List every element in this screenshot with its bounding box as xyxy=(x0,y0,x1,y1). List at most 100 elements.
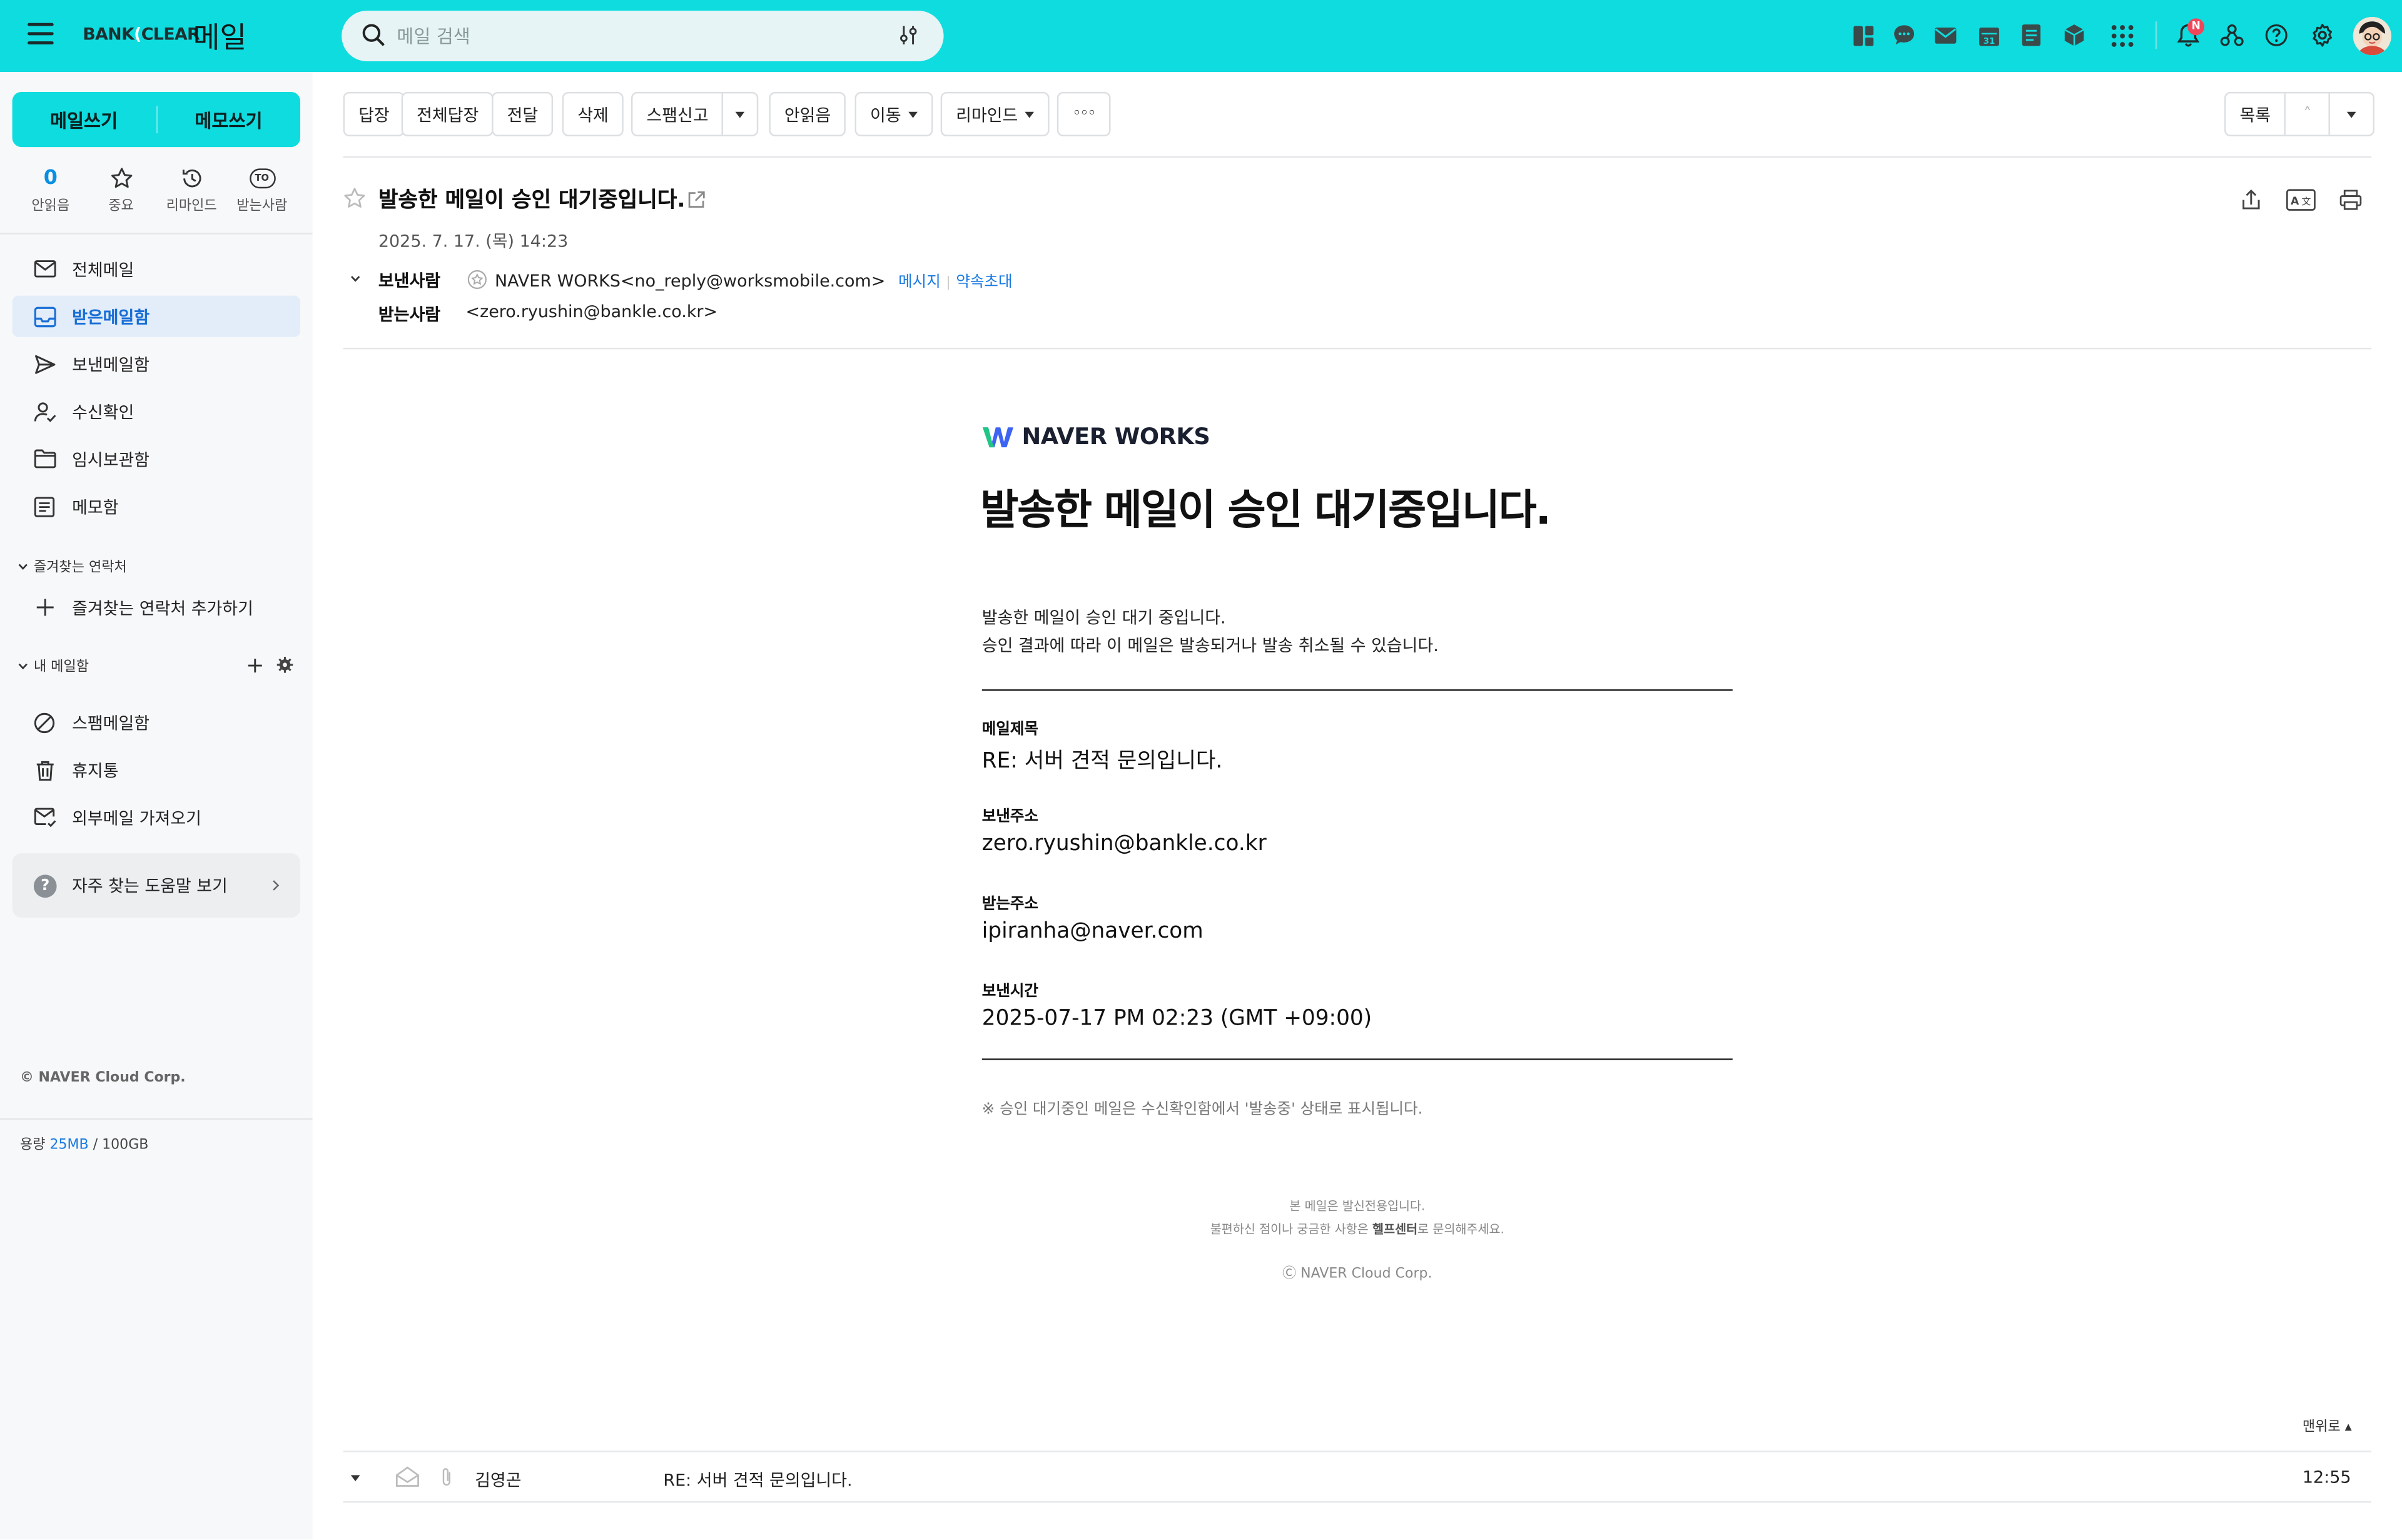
external-mail-icon xyxy=(32,805,56,829)
compose-mail-button[interactable]: 메일쓰기 xyxy=(13,106,156,133)
sidebar-item-memo[interactable]: 메모함 xyxy=(13,485,300,527)
contacts-icon[interactable] xyxy=(2014,18,2048,52)
translate-icon[interactable]: A文 xyxy=(2286,188,2316,211)
spam-report-group: 스팸신고 xyxy=(631,91,759,136)
sidebar-item-label: 수신확인 xyxy=(72,402,134,422)
chevron-down-icon xyxy=(18,662,28,669)
star-icon[interactable] xyxy=(343,187,367,210)
add-favorite-label: 즐겨찾는 연락처 추가하기 xyxy=(72,598,253,619)
mail-icon xyxy=(32,256,56,281)
mail-list-row[interactable]: 김영곤 RE: 서버 견적 문의입니다. 12:55 xyxy=(343,1451,2372,1503)
chat-icon[interactable] xyxy=(1887,18,1921,52)
sidebar-copyright: © NAVER Cloud Corp. xyxy=(19,1070,186,1087)
field-value-sent-time: 2025-07-17 PM 02:23 (GMT +09:00) xyxy=(981,1006,1372,1031)
question-icon: ? xyxy=(33,874,57,897)
list-button[interactable]: 목록 xyxy=(2226,93,2284,134)
favorites-section-toggle[interactable]: 즐겨찾는 연락처 xyxy=(17,556,127,576)
footer-copyright: Ⓒ NAVER Cloud Corp. xyxy=(1282,1267,1432,1282)
app-title: 메일 xyxy=(193,21,247,56)
unread-count: 0 xyxy=(43,166,58,190)
sidebar-item-trash[interactable]: 휴지통 xyxy=(13,749,300,791)
caret-down-icon[interactable] xyxy=(349,1474,362,1483)
help-center-link[interactable]: 헬프센터 xyxy=(1372,1222,1417,1236)
send-icon xyxy=(32,352,56,376)
naver-works-logo: NAVER WORKS xyxy=(982,423,1210,450)
body-title: 발송한 메일이 승인 대기중입니다. xyxy=(980,487,1551,535)
to-value[interactable]: <zero.ryushin@bankle.co.kr> xyxy=(465,301,717,322)
add-folder-icon[interactable] xyxy=(246,657,263,674)
chevron-down-icon[interactable] xyxy=(349,274,362,283)
help-icon[interactable] xyxy=(2259,18,2293,52)
sidebar-item-label: 임시보관함 xyxy=(72,449,150,470)
sidebar-item-spam[interactable]: 스팸메일함 xyxy=(13,702,300,743)
share-icon[interactable] xyxy=(2239,188,2263,211)
sidebar-item-external-mail[interactable]: 외부메일 가져오기 xyxy=(13,796,300,838)
scroll-to-top-link[interactable]: 맨위로 ▴ xyxy=(2303,1416,2352,1435)
drive-icon[interactable] xyxy=(2057,18,2091,52)
from-label: 보낸사람 xyxy=(378,271,441,291)
reply-button[interactable]: 답장 xyxy=(343,91,405,136)
body-rule-bottom xyxy=(981,1058,1733,1060)
to-icon: TO xyxy=(248,168,275,188)
mail-list-dropdown[interactable] xyxy=(2329,93,2373,135)
quick-remind[interactable]: 리마인드 xyxy=(156,164,227,215)
quick-recipient[interactable]: TO 받는사람 xyxy=(226,164,297,215)
row-subject[interactable]: RE: 서버 견적 문의입니다. xyxy=(663,1467,852,1492)
add-favorite-contact-button[interactable]: 즐겨찾는 연락처 추가하기 xyxy=(13,587,300,628)
forward-button[interactable]: 전달 xyxy=(492,91,554,136)
my-mailbox-section-toggle[interactable]: 내 메일함 xyxy=(17,656,89,676)
remind-button[interactable]: 리마인드 xyxy=(940,91,1050,136)
help-link[interactable]: ? 자주 찾는 도움말 보기 xyxy=(12,853,301,918)
print-icon[interactable] xyxy=(2339,188,2363,211)
spam-options-dropdown[interactable] xyxy=(722,93,758,135)
delete-button[interactable]: 삭제 xyxy=(562,91,624,136)
sidebar-item-sent[interactable]: 보낸메일함 xyxy=(13,343,300,385)
spam-report-button[interactable]: 스팸신고 xyxy=(632,93,722,134)
open-new-window-icon[interactable] xyxy=(686,190,706,210)
prev-mail-button[interactable]: ˄ xyxy=(2284,93,2329,135)
search-input[interactable] xyxy=(397,19,887,53)
sidebar-item-read-receipt[interactable]: 수신확인 xyxy=(13,390,300,432)
search-filter-icon[interactable] xyxy=(898,24,919,46)
sidebar-item-drafts[interactable]: 임시보관함 xyxy=(13,438,300,479)
from-value: NAVER WORKS<no_reply@worksmobile.com> 메시… xyxy=(495,271,1013,291)
dashboard-icon[interactable] xyxy=(1846,18,1880,52)
mail-app-icon[interactable] xyxy=(1928,18,1962,52)
calendar-icon[interactable]: 31 xyxy=(1972,18,2005,52)
send-message-link[interactable]: 메시지 xyxy=(898,274,941,291)
quick-important[interactable]: 중요 xyxy=(86,164,156,215)
settings-icon[interactable] xyxy=(2306,18,2339,52)
move-button[interactable]: 이동 xyxy=(854,91,934,136)
sidebar-item-label: 보낸메일함 xyxy=(72,354,150,375)
trash-icon xyxy=(32,757,56,782)
appointment-invite-link[interactable]: 약속초대 xyxy=(956,274,1012,291)
quick-remind-label: 리마인드 xyxy=(166,199,217,215)
apps-grid-icon[interactable] xyxy=(2105,18,2139,52)
company-logo[interactable]: BANK(CLEAR xyxy=(83,24,200,44)
mail-date: 2025. 7. 17. (목) 14:23 xyxy=(378,231,569,251)
more-button[interactable]: ◦◦◦ xyxy=(1057,91,1110,136)
field-value-subject: RE: 서버 견적 문의입니다. xyxy=(981,749,1223,774)
quick-unread[interactable]: 0 안읽음 xyxy=(15,164,86,215)
sidebar-item-all-mail[interactable]: 전체메일 xyxy=(13,248,300,290)
body-line-2: 승인 결과에 따라 이 메일은 발송되거나 발송 취소될 수 있습니다. xyxy=(981,636,1439,656)
mail-open-icon[interactable] xyxy=(395,1466,420,1487)
sidebar-item-label: 받은메일함 xyxy=(72,307,150,327)
sidebar-item-label: 스팸메일함 xyxy=(72,713,150,733)
row-sender: 김영곤 xyxy=(475,1471,522,1491)
mark-unread-button[interactable]: 안읽음 xyxy=(769,91,846,136)
reply-all-button[interactable]: 전체답장 xyxy=(401,91,494,136)
compose-memo-button[interactable]: 메모쓰기 xyxy=(157,106,300,133)
search-icon[interactable] xyxy=(362,23,386,48)
storage-usage: 용량 25MB / 100GB xyxy=(19,1138,149,1154)
organization-icon[interactable] xyxy=(2215,18,2249,52)
sender-address[interactable]: NAVER WORKS<no_reply@worksmobile.com> xyxy=(495,271,885,291)
header-divider xyxy=(343,347,2372,350)
menu-icon[interactable] xyxy=(28,23,54,46)
sidebar-item-inbox[interactable]: 받은메일함 xyxy=(12,295,301,337)
sidebar-divider xyxy=(0,1118,313,1120)
folder-settings-icon[interactable] xyxy=(276,656,294,674)
favorite-sender-icon[interactable] xyxy=(467,270,487,290)
avatar[interactable] xyxy=(2353,16,2391,56)
field-value-sender: zero.ryushin@bankle.co.kr xyxy=(981,831,1267,856)
